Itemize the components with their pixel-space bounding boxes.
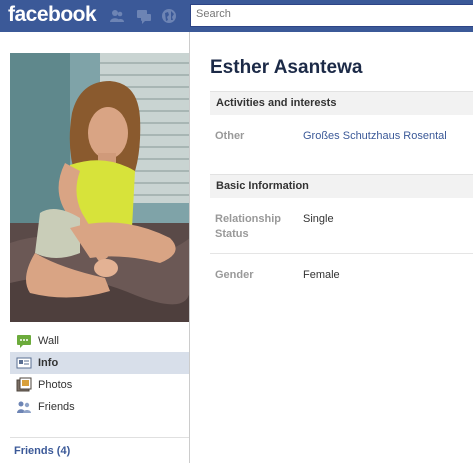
profile-name: Esther Asantewa [210,57,363,78]
photos-icon [16,377,32,392]
nav-item-photos[interactable]: Photos [10,374,190,396]
column-divider [189,32,190,463]
facebook-logo[interactable]: facebook [8,3,97,27]
section-activities-header: Activities and interests [210,91,473,115]
row-divider [210,253,473,254]
profile-nav: Wall Info Photos Friends [10,330,190,418]
nav-label-wall: Wall [38,335,59,347]
nav-item-wall[interactable]: Wall [10,330,190,352]
nav-item-friends[interactable]: Friends [10,396,190,418]
nav-label-info: Info [38,357,59,369]
field-label-relationship: Relationship Status [215,213,282,240]
search-input[interactable]: Search [190,4,473,27]
messages-icon[interactable] [136,8,152,24]
profile-picture[interactable] [10,53,190,322]
friends-icon [17,401,31,413]
profile-photo [10,53,190,322]
nav-item-info[interactable]: Info [10,352,190,374]
nav-label-friends: Friends [38,401,75,413]
section-basic-header: Basic Information [210,174,473,198]
field-value-other[interactable]: Großes Schutzhaus Rosental [303,129,447,144]
field-label-gender: Gender [215,269,254,281]
friends-divider [10,437,190,438]
profile-page: facebook Search Wall Info Photos Friends… [0,0,473,463]
wall-icon [17,335,31,348]
field-value-gender: Female [303,269,340,281]
friends-count-link[interactable]: Friends (4) [14,445,70,457]
top-bar: facebook Search [0,0,473,32]
field-value-relationship: Single [303,213,334,225]
nav-label-photos: Photos [38,379,73,391]
notifications-globe-icon[interactable] [161,8,177,24]
info-icon [16,357,32,369]
friend-requests-icon[interactable] [109,8,125,24]
field-label-other: Other [215,130,245,142]
left-column: Wall Info Photos Friends Friends (4) [0,32,190,463]
